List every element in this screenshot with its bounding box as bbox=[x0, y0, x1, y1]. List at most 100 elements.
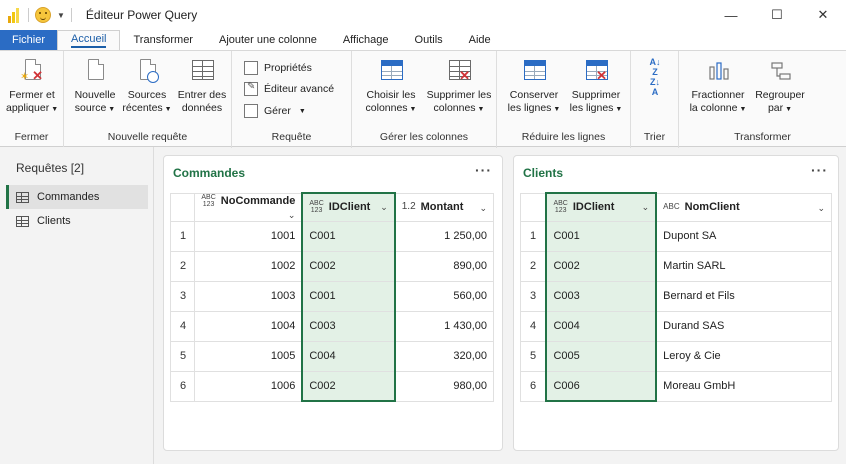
chevron-down-icon[interactable]: ⌄ bbox=[817, 203, 825, 214]
close-apply-button[interactable]: ✶ ✕ Fermer et appliquer ▼ bbox=[6, 57, 58, 116]
choose-columns-button[interactable]: Choisir les colonnes ▼ bbox=[360, 57, 422, 116]
close-button[interactable]: ✕ bbox=[800, 0, 846, 30]
cell-nocommande[interactable]: 1002 bbox=[194, 250, 303, 282]
table-row[interactable]: 1 1001 C001 1 250,00 bbox=[169, 220, 494, 252]
group-by-button[interactable]: Regrouper par ▼ bbox=[751, 57, 809, 116]
cell-nomclient[interactable]: Martin SARL bbox=[655, 250, 833, 282]
tab-affichage[interactable]: Affichage bbox=[330, 30, 402, 50]
more-options-icon[interactable]: ··· bbox=[811, 162, 828, 178]
type-any-icon: ABC 123 bbox=[553, 200, 568, 215]
cell-nocommande[interactable]: 1006 bbox=[194, 370, 303, 402]
row-number: 2 bbox=[520, 250, 547, 282]
cell-nomclient[interactable]: Dupont SA bbox=[655, 220, 833, 252]
manage-button[interactable]: Gérer ▼ bbox=[244, 104, 306, 118]
chevron-down-icon[interactable]: ⌄ bbox=[288, 210, 296, 221]
remove-columns-button[interactable]: ✕ Supprimer les colonnes ▼ bbox=[424, 57, 494, 116]
cell-montant[interactable]: 560,00 bbox=[394, 280, 494, 312]
cell-montant[interactable]: 320,00 bbox=[394, 340, 494, 372]
row-number: 3 bbox=[520, 280, 547, 312]
table-row[interactable]: 3 C003 Bernard et Fils bbox=[520, 280, 833, 312]
queries-pane: Requêtes [2] Commandes Clients bbox=[0, 147, 154, 464]
cell-idclient[interactable]: C005 bbox=[545, 340, 658, 372]
table-row[interactable]: 6 1006 C002 980,00 bbox=[169, 370, 494, 402]
tab-accueil[interactable]: Accueil bbox=[57, 30, 121, 50]
table-row[interactable]: 2 1002 C002 890,00 bbox=[169, 250, 494, 282]
cell-nocommande[interactable]: 1004 bbox=[194, 310, 303, 342]
table-row[interactable]: 4 C004 Durand SAS bbox=[520, 310, 833, 342]
cell-montant[interactable]: 980,00 bbox=[394, 370, 494, 402]
column-header-nomclient[interactable]: ABC NomClient ⌄ bbox=[655, 192, 833, 222]
table-header-row: ABC 123 NoCommande ⌄ ABC 123 IDClient ⌄ 1.2 Mon… bbox=[169, 192, 494, 222]
remove-rows-button[interactable]: ✕ Supprimer les lignes ▼ bbox=[565, 57, 627, 116]
row-number: 1 bbox=[169, 220, 196, 252]
query-item-commandes[interactable]: Commandes bbox=[6, 185, 148, 209]
table-row[interactable]: 6 C006 Moreau GmbH bbox=[520, 370, 833, 402]
feedback-smiley-icon[interactable] bbox=[35, 7, 51, 23]
cell-idclient[interactable]: C002 bbox=[301, 370, 396, 402]
table-row[interactable]: 3 1003 C001 560,00 bbox=[169, 280, 494, 312]
cell-nomclient[interactable]: Durand SAS bbox=[655, 310, 833, 342]
chevron-down-icon[interactable]: ⌄ bbox=[380, 202, 388, 213]
remove-columns-icon: ✕ bbox=[446, 57, 472, 85]
cell-montant[interactable]: 1 250,00 bbox=[394, 220, 494, 252]
table-row[interactable]: 5 C005 Leroy & Cie bbox=[520, 340, 833, 372]
column-header-nocommande[interactable]: ABC 123 NoCommande ⌄ bbox=[194, 192, 303, 222]
properties-label: Propriétés bbox=[264, 62, 312, 74]
tab-fichier[interactable]: Fichier bbox=[0, 30, 58, 50]
cell-idclient[interactable]: C002 bbox=[545, 250, 658, 282]
cell-idclient[interactable]: C004 bbox=[545, 310, 658, 342]
table-row[interactable]: 4 1004 C003 1 430,00 bbox=[169, 310, 494, 342]
choose-columns-label-2: colonnes bbox=[365, 102, 408, 114]
cell-nomclient[interactable]: Leroy & Cie bbox=[655, 340, 833, 372]
more-options-icon[interactable]: ··· bbox=[475, 162, 492, 178]
chevron-down-icon[interactable]: ⌄ bbox=[479, 203, 487, 214]
cell-montant[interactable]: 1 430,00 bbox=[394, 310, 494, 342]
group-by-label-1: Regrouper bbox=[755, 89, 805, 101]
tab-ajouter-colonne[interactable]: Ajouter une colonne bbox=[206, 30, 330, 50]
cell-idclient[interactable]: C006 bbox=[545, 370, 658, 402]
advanced-editor-button[interactable]: Éditeur avancé bbox=[244, 81, 334, 96]
quick-access-dropdown-icon[interactable]: ▼ bbox=[57, 11, 65, 20]
minimize-button[interactable]: — bbox=[708, 0, 754, 30]
column-header-label: IDClient bbox=[328, 201, 371, 214]
query-item-clients[interactable]: Clients bbox=[6, 209, 148, 233]
enter-data-button[interactable]: Entrer des données bbox=[176, 57, 228, 115]
row-number: 6 bbox=[520, 370, 547, 402]
cell-nomclient[interactable]: Moreau GmbH bbox=[655, 370, 833, 402]
chevron-down-icon[interactable]: ⌄ bbox=[642, 202, 650, 213]
cell-nomclient[interactable]: Bernard et Fils bbox=[655, 280, 833, 312]
cell-idclient[interactable]: C001 bbox=[301, 220, 396, 252]
ribbon-tab-bar: Fichier Accueil Transformer Ajouter une … bbox=[0, 30, 846, 50]
table-row[interactable]: 5 1005 C004 320,00 bbox=[169, 340, 494, 372]
split-column-button[interactable]: Fractionner la colonne ▼ bbox=[687, 57, 749, 116]
table-icon bbox=[16, 191, 29, 203]
cell-nocommande[interactable]: 1005 bbox=[194, 340, 303, 372]
cell-idclient[interactable]: C003 bbox=[301, 310, 396, 342]
new-source-button[interactable]: Nouvelle source ▼ bbox=[70, 57, 120, 116]
cell-idclient[interactable]: C001 bbox=[301, 280, 396, 312]
cell-nocommande[interactable]: 1003 bbox=[194, 280, 303, 312]
column-header-idclient[interactable]: ABC 123 IDClient ⌄ bbox=[301, 192, 396, 222]
sort-button[interactable]: A↓ Z Z↓ A bbox=[641, 57, 669, 97]
properties-button[interactable]: Propriétés bbox=[244, 61, 312, 75]
table-row[interactable]: 2 C002 Martin SARL bbox=[520, 250, 833, 282]
group-label-gerer-colonnes: Gérer les colonnes bbox=[379, 131, 469, 143]
tab-aide[interactable]: Aide bbox=[456, 30, 504, 50]
column-header-idclient[interactable]: ABC 123 IDClient ⌄ bbox=[545, 192, 658, 222]
cell-idclient[interactable]: C002 bbox=[301, 250, 396, 282]
close-apply-icon: ✶ ✕ bbox=[19, 57, 45, 85]
maximize-button[interactable]: ☐ bbox=[754, 0, 800, 30]
tab-outils[interactable]: Outils bbox=[402, 30, 456, 50]
table-row[interactable]: 1 C001 Dupont SA bbox=[520, 220, 833, 252]
cell-montant[interactable]: 890,00 bbox=[394, 250, 494, 282]
cell-idclient[interactable]: C003 bbox=[545, 280, 658, 312]
new-source-label-1: Nouvelle bbox=[74, 89, 116, 101]
column-header-montant[interactable]: 1.2 Montant ⌄ bbox=[394, 192, 494, 222]
tab-transformer[interactable]: Transformer bbox=[120, 30, 206, 50]
cell-idclient[interactable]: C001 bbox=[545, 220, 658, 252]
keep-rows-label-2: les lignes bbox=[507, 102, 552, 114]
recent-sources-button[interactable]: Sources récentes ▼ bbox=[122, 57, 172, 116]
cell-nocommande[interactable]: 1001 bbox=[194, 220, 303, 252]
keep-rows-button[interactable]: Conserver les lignes ▼ bbox=[505, 57, 563, 116]
cell-idclient[interactable]: C004 bbox=[301, 340, 396, 372]
